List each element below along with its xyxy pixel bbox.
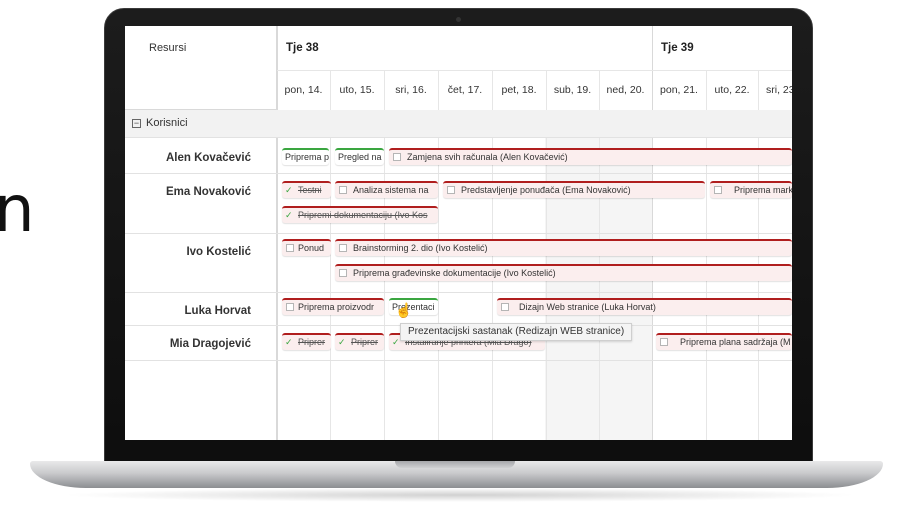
group-label: Korisnici (146, 117, 188, 129)
task-bar[interactable]: Priprema p (282, 148, 329, 165)
task-bar[interactable]: Priprema mark (710, 181, 792, 198)
task-bar[interactable]: ✓ Priprer (335, 333, 384, 350)
task-label: Zamjena svih računala (Alen Kovačević) (407, 152, 568, 162)
task-label: Priprema p (285, 152, 329, 162)
task-bar[interactable]: ✓ Pripremi dokumentaciju (Ivo Kos (282, 206, 438, 223)
task-label: Priprer (298, 337, 326, 347)
row-divider (125, 173, 792, 174)
day-header: sub, 19. (553, 84, 592, 96)
task-bar[interactable]: ✓ Priprer (282, 333, 331, 350)
task-bar[interactable]: ✓ Testni (282, 181, 331, 198)
day-header: čet, 17. (447, 84, 483, 96)
row-divider (125, 233, 792, 234)
task-bar[interactable]: Priprema proizvodr (282, 298, 384, 315)
task-bar[interactable]: Ponud (282, 239, 331, 256)
resource-name: Ema Novaković (165, 186, 251, 198)
day-header: pet, 18. (501, 84, 537, 96)
resources-header-label: Resursi (149, 42, 187, 54)
resource-name: Alen Kovačević (165, 152, 251, 164)
day-header: uto, 22. (714, 84, 750, 96)
collapse-toggle-icon[interactable]: − (132, 119, 141, 128)
task-label: Priprema mark (734, 185, 792, 195)
task-checkbox[interactable] (286, 303, 294, 311)
background-letter: n (0, 173, 35, 247)
task-label: Pripremi dokumentaciju (Ivo Kos (298, 210, 428, 220)
task-bar[interactable]: Zamjena svih računala (Alen Kovačević) (389, 148, 792, 165)
task-bar[interactable]: Priprema građevinske dokumentacije (Ivo … (335, 264, 792, 281)
day-header: sri, 23. (766, 84, 792, 96)
task-checkbox[interactable] (339, 269, 347, 277)
task-checkbox[interactable] (714, 186, 722, 194)
task-bar[interactable]: Brainstorming 2. dio (Ivo Kostelić) (335, 239, 792, 256)
laptop-screen: Resursi Tje 38 Tje 39 pon, 14. uto, 15. … (125, 26, 792, 440)
task-checkbox[interactable] (393, 153, 401, 161)
task-label: Testni (298, 185, 322, 195)
day-header: pon, 14. (284, 84, 323, 96)
laptop-notch (395, 461, 515, 468)
task-bar[interactable]: Dizajn Web stranice (Luka Horvat) (497, 298, 792, 315)
task-checkbox[interactable] (286, 244, 294, 252)
day-header: uto, 15. (339, 84, 375, 96)
resource-name: Luka Horvat (184, 305, 251, 317)
day-header: pon, 21. (660, 84, 698, 96)
row-divider (125, 292, 792, 293)
task-label: Priprema proizvodr (298, 302, 375, 312)
resource-scheduler: Resursi Tje 38 Tje 39 pon, 14. uto, 15. … (125, 26, 792, 440)
camera-icon (456, 17, 461, 22)
task-label: Priprema plana sadržaja (M (680, 337, 791, 347)
task-checkbox[interactable] (339, 186, 347, 194)
row-divider (125, 360, 792, 361)
group-row-korisnici[interactable]: − Korisnici (125, 110, 792, 138)
task-label: Ponud (298, 243, 325, 253)
task-label: Brainstorming 2. dio (Ivo Kostelić) (353, 243, 488, 253)
hand-cursor-icon: ☝ (395, 302, 413, 318)
check-icon[interactable]: ✓ (285, 183, 295, 197)
resource-name: Mia Dragojević (169, 338, 251, 350)
resources-header: Resursi (125, 26, 277, 110)
task-tooltip: Prezentacijski sastanak (Redizajn WEB st… (400, 323, 633, 341)
task-bar[interactable]: Analiza sistema na (335, 181, 438, 198)
task-label: Dizajn Web stranice (Luka Horvat) (519, 302, 656, 312)
task-label: Priprema građevinske dokumentacije (Ivo … (353, 268, 556, 278)
task-bar[interactable]: Priprema plana sadržaja (M (656, 333, 792, 350)
check-icon[interactable]: ✓ (285, 208, 295, 222)
task-bar[interactable]: Predstavljenje ponuđača (Ema Novaković) (443, 181, 705, 198)
day-header: sri, 16. (395, 84, 427, 96)
task-label: Predstavljenje ponuđača (Ema Novaković) (461, 185, 631, 195)
task-label: Priprer (351, 337, 379, 347)
task-checkbox[interactable] (339, 244, 347, 252)
day-header: ned, 20. (606, 84, 645, 96)
resource-name: Ivo Kostelić (186, 246, 251, 258)
laptop-shadow (60, 488, 860, 502)
task-label: Pregled na (338, 152, 382, 162)
task-label: Analiza sistema na (353, 185, 429, 195)
task-checkbox[interactable] (660, 338, 668, 346)
check-icon[interactable]: ✓ (285, 335, 295, 349)
task-checkbox[interactable] (501, 303, 509, 311)
check-icon[interactable]: ✓ (338, 335, 348, 349)
task-bar[interactable]: Pregled na (335, 148, 384, 165)
task-checkbox[interactable] (447, 186, 455, 194)
